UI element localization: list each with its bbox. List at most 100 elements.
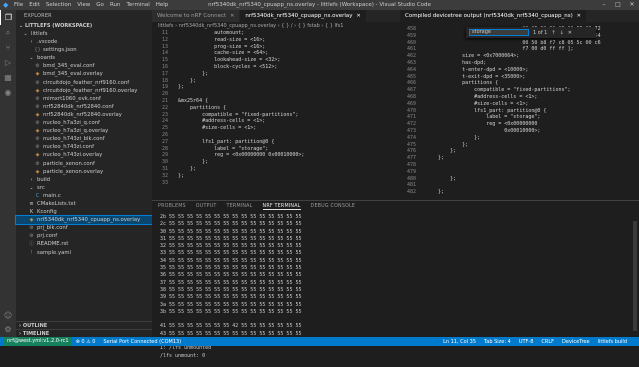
tree-item[interactable]: ⚙ bmd_345_eval.conf xyxy=(16,62,152,70)
folder-icon: › xyxy=(30,176,33,183)
search-icon[interactable]: ⌕ xyxy=(0,25,16,40)
tree-item[interactable]: ◈ nrf52840dk_nrf52840.overlay xyxy=(16,111,152,119)
panel-tab-problems[interactable]: PROBLEMS xyxy=(158,204,186,209)
tree-item[interactable]: ⚙ prj_blk.conf xyxy=(16,224,152,232)
panel-tab-nrf-terminal[interactable]: NRF TERMINAL xyxy=(262,204,301,210)
tree-item[interactable]: ⌄ littlefs xyxy=(16,30,152,38)
close-tab-icon[interactable]: ✕ xyxy=(357,10,361,22)
explorer-icon[interactable]: ❐ xyxy=(0,10,16,25)
find-input[interactable]: storage xyxy=(469,29,529,36)
build-status[interactable]: littlefs build xyxy=(598,339,627,345)
tree-item[interactable]: {} settings.json xyxy=(16,46,152,54)
tree-item[interactable]: ⌄ src xyxy=(16,184,152,192)
encoding[interactable]: UTF-8 xyxy=(519,339,534,345)
extensions-icon[interactable]: ▦ xyxy=(0,70,16,85)
nrf-connect-icon[interactable]: ◉ xyxy=(0,85,16,100)
settings-gear-icon[interactable]: ⚙ xyxy=(0,322,16,337)
line-number: 462 xyxy=(406,53,416,60)
terminal-line: 3b 55 55 55 55 55 55 55 55 55 55 55 55 5… xyxy=(160,308,302,315)
source-control-icon[interactable]: ⑂ xyxy=(0,40,16,55)
bottom-panel: PROBLEMS OUTPUT TERMINAL NRF TERMINAL DEBUG … xyxy=(152,200,639,359)
code-line: 33 xyxy=(152,180,400,187)
code-text: compatible = "fixed-partitions"; xyxy=(178,111,299,118)
tree-item[interactable]: ⚙ prj.conf xyxy=(16,232,152,240)
devicetree-output-editor[interactable]: 458 20 0F 52 30 0E 00 FF 23 72459 00 82 … xyxy=(400,22,639,200)
code-line: 475 }; xyxy=(400,142,639,149)
menu-item-edit[interactable]: Edit xyxy=(29,2,40,8)
tree-item[interactable]: ⚙ nrf52840dk_nrf52840.conf xyxy=(16,103,152,111)
editor-tab[interactable]: Compiled devicetree output (nrf5340dk_nr… xyxy=(400,10,587,22)
tree-item[interactable]: ⚙ circuitdojo_feather_nrf9160.conf xyxy=(16,79,152,87)
tree-item[interactable]: ◈ nucleo_h7a3zi_q.overlay xyxy=(16,127,152,135)
tree-item[interactable]: ! sample.yaml xyxy=(16,249,152,257)
panel-tab-output[interactable]: OUTPUT xyxy=(196,204,217,209)
editor-tabs-left: Welcome to nRF Connect ✕ nrf5340dk_nrf5340… xyxy=(152,10,400,22)
line-number: 481 xyxy=(406,182,416,189)
language-mode[interactable]: DeviceTree xyxy=(562,339,590,345)
close-tab-icon[interactable]: ✕ xyxy=(577,10,581,22)
workspace-section-header[interactable]: ⌄ LITTLEFS (WORKSPACE) xyxy=(16,22,152,30)
line-ending[interactable]: CRLF xyxy=(541,339,554,345)
run-debug-icon[interactable]: ▷ xyxy=(0,55,16,70)
account-icon[interactable]: ☺ xyxy=(0,308,16,323)
terminal-scrollbar[interactable] xyxy=(633,221,637,331)
line-number: 28 xyxy=(161,145,168,152)
menu-item-help[interactable]: Help xyxy=(156,2,169,8)
editor-tab[interactable]: Welcome to nRF Connect ✕ xyxy=(152,10,241,22)
menu-item-file[interactable]: File xyxy=(14,2,23,8)
timeline-section[interactable]: › TIMELINE xyxy=(16,329,152,337)
problems-status[interactable]: ⊗ 0 ⚠ 0 xyxy=(76,339,96,345)
tree-item[interactable]: ◈ nucleo_h743zi.overlay xyxy=(16,151,152,159)
tree-item[interactable]: ⌄ boards xyxy=(16,54,152,62)
dts-file-icon: ◈ xyxy=(35,111,40,118)
folder-icon: ⌄ xyxy=(29,55,34,62)
tree-item[interactable]: ◈ particle_xenon.overlay xyxy=(16,168,152,176)
code-line: 22 partitions { xyxy=(152,105,400,112)
previous-match-icon[interactable]: ↑ xyxy=(551,30,555,36)
panel-tab-terminal[interactable]: TERMINAL xyxy=(227,204,253,209)
close-find-icon[interactable]: ✕ xyxy=(568,30,572,36)
menu-item-run[interactable]: Run xyxy=(110,2,121,8)
conf-file-icon: ⚙ xyxy=(35,95,40,102)
tree-item[interactable]: ◈ circuitdojo_feather_nrf9160.overlay xyxy=(16,87,152,95)
code-line: 465 t-exit-dpd = <35000>; xyxy=(400,74,639,81)
tree-item[interactable]: ⚙ nucleo_h7a3zi_q.conf xyxy=(16,119,152,127)
close-tab-icon[interactable]: ✕ xyxy=(230,10,234,22)
minimize-icon[interactable]: – xyxy=(597,0,611,10)
overlay-editor[interactable]: 11 automount; 12 read-size = <16>; 13 prog… xyxy=(152,30,400,200)
outline-section[interactable]: › OUTLINE xyxy=(16,321,152,329)
tree-item[interactable]: ⚙ nucleo_h743zi_blk.conf xyxy=(16,135,152,143)
tree-item[interactable]: ◈ bmd_345_eval.overlay xyxy=(16,70,152,78)
close-icon[interactable]: ✕ xyxy=(625,0,639,10)
tab-size[interactable]: Tab Size: 4 xyxy=(484,339,511,345)
tree-item[interactable]: › .vscode xyxy=(16,38,152,46)
code-text: }; xyxy=(178,70,209,77)
tree-item-label: mimxrt1060_evk.conf xyxy=(43,95,101,102)
tree-item[interactable]: ≡ CMakeLists.txt xyxy=(16,200,152,208)
tree-item[interactable]: ◈ nrf5340dk_nrf5340_cpuapp_ns.overlay xyxy=(15,215,153,226)
west-manifest-status[interactable]: nrf@west.yml:v1.2.0-rc1 xyxy=(4,337,72,346)
code-text: }; xyxy=(426,141,469,148)
tree-item[interactable]: Cmain.c xyxy=(16,192,152,200)
conf-file-icon: ⚙ xyxy=(35,144,40,151)
cursor-position[interactable]: Ln 11, Col 35 xyxy=(443,339,476,345)
maximize-icon[interactable]: □ xyxy=(611,0,625,10)
md-file-icon: ⓘ xyxy=(28,241,34,248)
tree-item[interactable]: ⚙ mimxrt1060_evk.conf xyxy=(16,95,152,103)
code-line: 21 &mx25r64 { xyxy=(152,98,400,105)
tree-item[interactable]: K Kconfig xyxy=(16,208,152,216)
menu-item-go[interactable]: Go xyxy=(96,2,104,8)
tree-item[interactable]: ⓘ README.rst xyxy=(16,240,152,248)
breadcrumb[interactable]: littlefs › nrf5340dk_nrf5340_cpuapp_ns.o… xyxy=(152,22,400,30)
tree-item[interactable]: ⚙ particle_xenon.conf xyxy=(16,160,152,168)
panel-tab-debug-console[interactable]: DEBUG CONSOLE xyxy=(311,204,356,209)
next-match-icon[interactable]: ↓ xyxy=(560,30,564,36)
serial-port-status[interactable]: Serial Port Connected (COM13) xyxy=(103,339,181,345)
line-number: 472 xyxy=(406,121,416,128)
tree-item[interactable]: › build xyxy=(16,176,152,184)
tree-item[interactable]: ⚙ nucleo_h743zi.conf xyxy=(16,143,152,151)
menu-item-selection[interactable]: Selection xyxy=(46,2,71,8)
menu-item-view[interactable]: View xyxy=(77,2,90,8)
menu-item-terminal[interactable]: Terminal xyxy=(126,2,149,8)
editor-tab[interactable]: nrf5340dk_nrf5340_cpuapp_ns.overlay ✕ xyxy=(240,10,367,22)
